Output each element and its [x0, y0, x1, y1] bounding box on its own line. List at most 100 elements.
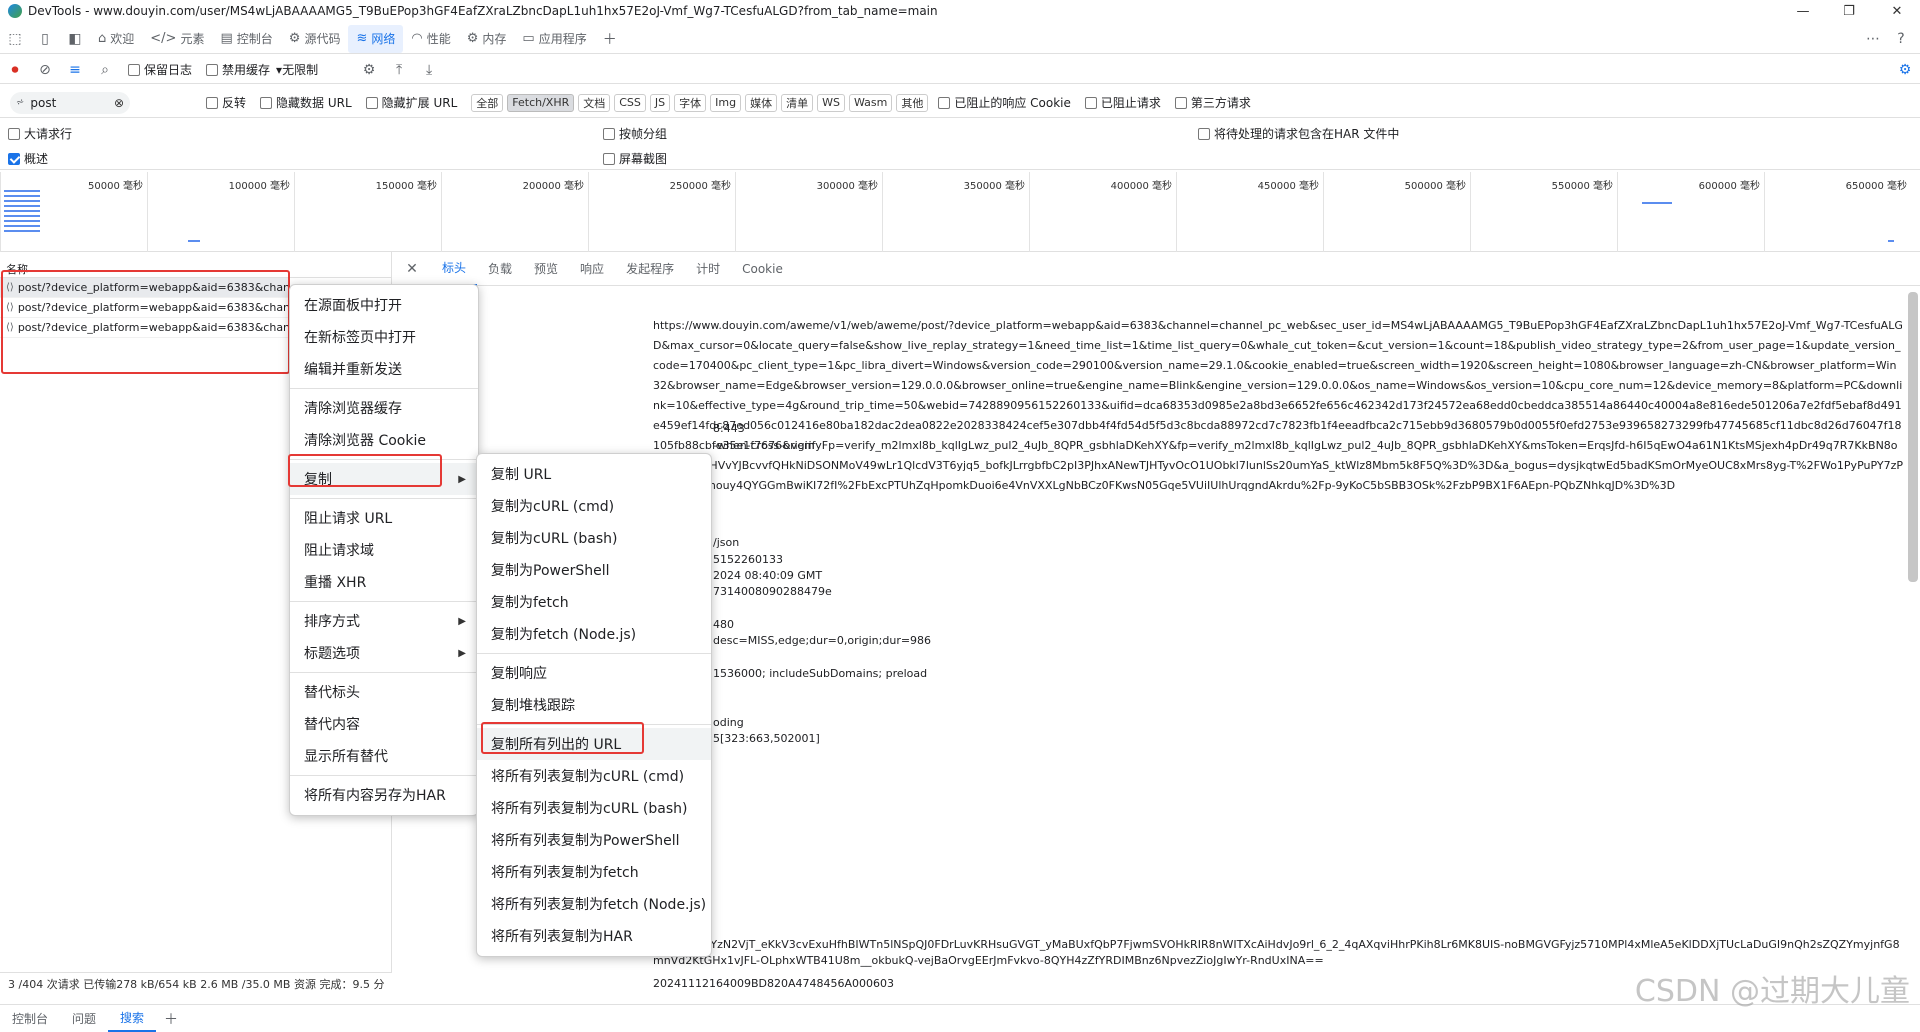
- record-icon[interactable]: ⏺: [4, 59, 26, 81]
- request-row[interactable]: ⟨⟩ post/?device_platform=webapp&aid=6383&…: [0, 318, 290, 338]
- menu-item[interactable]: 重播 XHR: [290, 566, 478, 598]
- type-filter-button[interactable]: Fetch/XHR: [507, 93, 575, 112]
- import-har-icon[interactable]: ⤒: [388, 59, 410, 81]
- menu-item[interactable]: 复制所有列出的 URL: [477, 728, 711, 760]
- menu-item[interactable]: 将所有内容另存为HAR: [290, 779, 478, 811]
- menu-item[interactable]: 在新标签页中打开: [290, 321, 478, 353]
- detail-tab[interactable]: 响应: [569, 252, 615, 286]
- tab-4[interactable]: ≋ 网络: [348, 24, 404, 53]
- tab-3[interactable]: ⚙ 源代码: [281, 25, 349, 53]
- menu-item[interactable]: 将所有列表复制为cURL (bash): [477, 792, 711, 824]
- help-icon[interactable]: ?: [1890, 28, 1912, 50]
- large-rows-checkbox[interactable]: 大请求行: [8, 125, 72, 142]
- blocked-requests-checkbox[interactable]: 已阻止请求: [1084, 94, 1161, 111]
- type-filter-button[interactable]: Img: [710, 93, 742, 112]
- invert-checkbox[interactable]: 反转: [206, 94, 246, 111]
- preserve-log-checkbox[interactable]: 保留日志: [128, 61, 192, 78]
- menu-item[interactable]: 复制响应: [477, 657, 711, 689]
- clear-filter-icon[interactable]: ⊗: [114, 96, 124, 110]
- menu-item[interactable]: 编辑并重新发送: [290, 353, 478, 385]
- type-filter-button[interactable]: 全部: [471, 93, 504, 112]
- drawer-tab[interactable]: 搜索: [108, 1005, 157, 1032]
- menu-item[interactable]: 将所有列表复制为HAR: [477, 920, 711, 952]
- menu-item[interactable]: 替代标头: [290, 676, 478, 708]
- type-filter-button[interactable]: Wasm: [848, 93, 893, 112]
- detail-tab[interactable]: 负载: [477, 252, 523, 286]
- add-drawer-tab-icon[interactable]: ＋: [160, 1008, 182, 1030]
- tab-1[interactable]: </> 元素: [142, 25, 212, 53]
- detail-tab[interactable]: 计时: [685, 252, 731, 286]
- tab-2[interactable]: ▤ 控制台: [212, 25, 280, 53]
- add-tab-icon[interactable]: ＋: [599, 28, 621, 50]
- detail-tab[interactable]: Cookie: [731, 252, 794, 286]
- filter-toggle-icon[interactable]: ≡: [64, 59, 86, 81]
- blocked-cookies-checkbox[interactable]: 已阻止的响应 Cookie: [938, 94, 1071, 111]
- menu-item[interactable]: 复制为fetch (Node.js): [477, 618, 711, 650]
- type-filter-button[interactable]: WS: [817, 93, 845, 112]
- menu-item[interactable]: 复制 URL: [477, 458, 711, 490]
- network-conditions-icon[interactable]: ⚙: [358, 59, 380, 81]
- close-window-button[interactable]: ✕: [1874, 0, 1920, 22]
- more-options-icon[interactable]: ⋯: [1862, 28, 1884, 50]
- maximize-button[interactable]: ❐: [1826, 0, 1872, 22]
- search-icon[interactable]: ⌕: [94, 59, 116, 81]
- device-emulation-icon[interactable]: ▯: [34, 28, 56, 50]
- har-pending-checkbox[interactable]: 将待处理的请求包含在HAR 文件中: [1198, 125, 1399, 142]
- menu-item[interactable]: 阻止请求域: [290, 534, 478, 566]
- type-filter-button[interactable]: 清单: [781, 93, 814, 112]
- menu-item[interactable]: 复制 ▶: [290, 463, 478, 495]
- menu-item[interactable]: 复制为fetch: [477, 586, 711, 618]
- menu-item[interactable]: 标题选项 ▶: [290, 637, 478, 669]
- menu-item[interactable]: 复制为PowerShell: [477, 554, 711, 586]
- drawer-tab[interactable]: 控制台: [0, 1005, 60, 1032]
- export-har-icon[interactable]: ⤓: [418, 59, 440, 81]
- menu-item[interactable]: 阻止请求 URL: [290, 502, 478, 534]
- filter-input[interactable]: post: [30, 96, 114, 110]
- filter-input-box[interactable]: ⩫ post ⊗: [10, 91, 130, 114]
- type-filter-button[interactable]: JS: [649, 93, 671, 112]
- request-row[interactable]: ⟨⟩ post/?device_platform=webapp&aid=6383&…: [0, 298, 290, 318]
- timeline-overview[interactable]: 50000 毫秒 100000 毫秒 150000 毫秒 200000 毫秒 25000…: [0, 172, 1920, 252]
- hide-ext-url-checkbox[interactable]: 隐藏扩展 URL: [365, 94, 457, 111]
- detail-tab[interactable]: 预览: [523, 252, 569, 286]
- menu-item[interactable]: 复制堆栈跟踪: [477, 689, 711, 721]
- type-filter-button[interactable]: CSS: [614, 93, 646, 112]
- type-filter-button[interactable]: 字体: [674, 93, 707, 112]
- detail-tab[interactable]: 标头: [431, 252, 478, 286]
- group-by-frame-checkbox[interactable]: 按帧分组: [603, 125, 667, 142]
- tab-0[interactable]: ⌂ 欢迎: [90, 25, 142, 53]
- menu-item[interactable]: 将所有列表复制为fetch (Node.js): [477, 888, 711, 920]
- drawer-tab[interactable]: 问题: [60, 1005, 108, 1032]
- menu-item[interactable]: 显示所有替代: [290, 740, 478, 772]
- request-row[interactable]: ⟨⟩ post/?device_platform=webapp&aid=6383&…: [0, 278, 290, 298]
- clear-icon[interactable]: ⊘: [34, 59, 56, 81]
- menu-item[interactable]: 将所有列表复制为fetch: [477, 856, 711, 888]
- inspect-element-icon[interactable]: ⬚: [4, 28, 26, 50]
- menu-item[interactable]: 排序方式 ▶: [290, 605, 478, 637]
- disable-cache-checkbox[interactable]: 禁用缓存: [206, 61, 270, 78]
- menu-item[interactable]: 复制为cURL (cmd): [477, 490, 711, 522]
- tab-6[interactable]: ⚙ 内存: [459, 25, 515, 53]
- type-filter-button[interactable]: 其他: [896, 93, 929, 112]
- tab-5[interactable]: ◠ 性能: [403, 25, 458, 53]
- throttle-select[interactable]: ▾ 无限制: [276, 61, 318, 78]
- menu-item[interactable]: 复制为cURL (bash): [477, 522, 711, 554]
- menu-item[interactable]: 在源面板中打开: [290, 289, 478, 321]
- tab-7[interactable]: ▭ 应用程序: [514, 25, 594, 53]
- detail-scrollbar[interactable]: [1908, 292, 1918, 582]
- dock-sidebar-icon[interactable]: ◧: [64, 28, 86, 50]
- menu-item[interactable]: 替代内容: [290, 708, 478, 740]
- type-filter-button[interactable]: 媒体: [745, 93, 778, 112]
- detail-tab[interactable]: 发起程序: [615, 252, 685, 286]
- network-settings-icon[interactable]: ⚙: [1894, 59, 1916, 81]
- name-column-header[interactable]: 名称: [0, 252, 391, 278]
- screenshots-checkbox[interactable]: 屏幕截图: [603, 150, 667, 167]
- hide-data-url-checkbox[interactable]: 隐藏数据 URL: [260, 94, 352, 111]
- third-party-checkbox[interactable]: 第三方请求: [1174, 94, 1251, 111]
- menu-item[interactable]: 清除浏览器 Cookie: [290, 424, 478, 456]
- menu-item[interactable]: 将所有列表复制为PowerShell: [477, 824, 711, 856]
- menu-item[interactable]: 清除浏览器缓存: [290, 392, 478, 424]
- close-icon[interactable]: ✕: [401, 258, 423, 280]
- overview-checkbox[interactable]: 概述: [8, 150, 48, 167]
- minimize-button[interactable]: —: [1780, 0, 1826, 22]
